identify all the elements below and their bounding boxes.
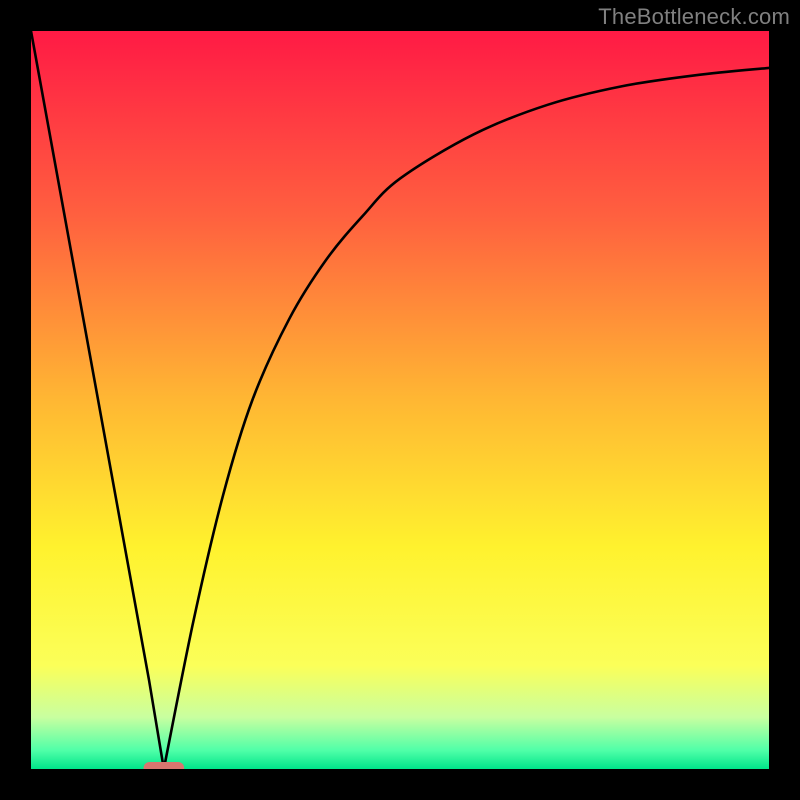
watermark-text: TheBottleneck.com <box>598 4 790 30</box>
series-right-branch <box>164 68 769 769</box>
chart-frame: TheBottleneck.com <box>0 0 800 800</box>
optimal-marker <box>144 762 185 769</box>
series-left-branch <box>31 31 164 769</box>
plot-area <box>31 31 769 769</box>
chart-curves <box>31 31 769 769</box>
